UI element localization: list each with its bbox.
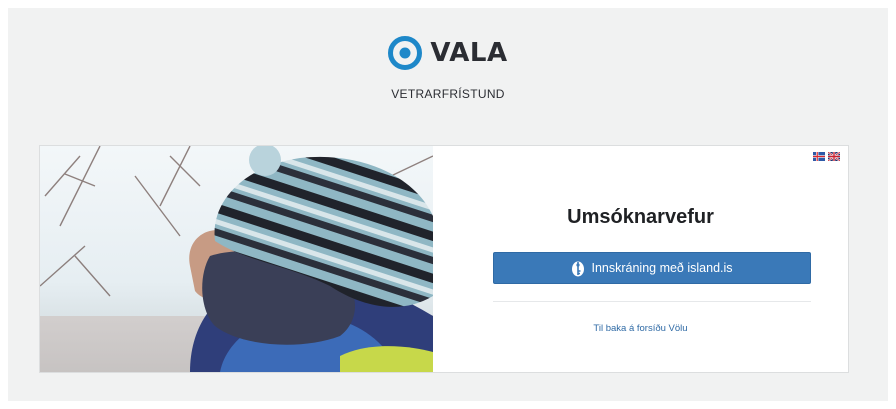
child-winter-hat-image [40,146,433,372]
iceland-flag-icon[interactable] [813,152,825,161]
language-switcher [813,152,840,161]
divider [493,301,811,302]
vala-logo-icon [388,36,423,70]
island-key-icon [571,259,585,277]
uk-flag-icon[interactable] [828,152,840,161]
island-login-button[interactable]: Innskráning með island.is [493,252,811,284]
header: VALA VETRARFRÍSTUND [8,36,888,101]
brand-subtitle: VETRARFRÍSTUND [391,87,505,101]
login-card: Umsóknarvefur Innskráning með island.is … [39,145,849,373]
back-to-home-link[interactable]: Til baka á forsíðu Völu [433,323,848,334]
logo: VALA [388,36,507,70]
brand-name: VALA [430,38,508,68]
page-background: VALA VETRARFRÍSTUND Umsóknarvefur Innskr… [8,8,888,401]
login-panel: Umsóknarvefur Innskráning með island.is … [433,146,848,372]
login-button-label: Innskráning með island.is [591,261,733,275]
page-title: Umsóknarvefur [567,206,714,228]
hero-photo [40,146,433,372]
